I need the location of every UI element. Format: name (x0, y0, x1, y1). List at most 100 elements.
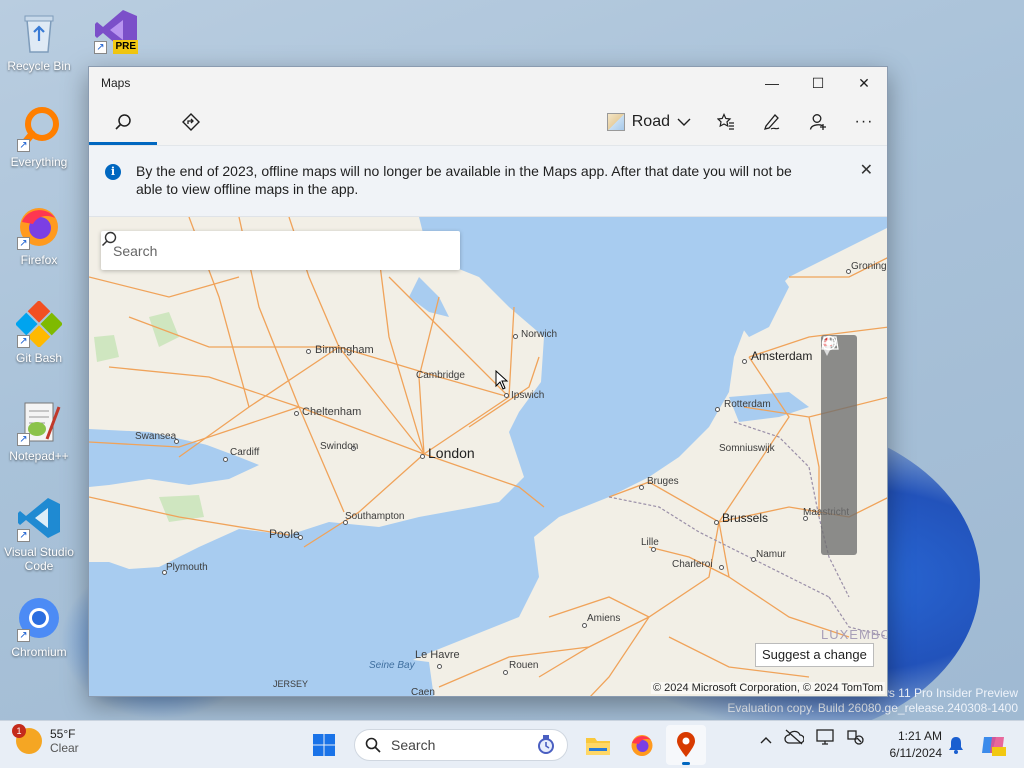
more-icon: ··· (854, 113, 874, 130)
map-canvas[interactable]: Norwich Birmingham Cambridge Ipswich Che… (89, 217, 887, 697)
search-input[interactable] (113, 242, 413, 259)
city-label: Swansea (135, 431, 177, 442)
system-tray (760, 729, 864, 748)
desktop-icon-firefox[interactable]: ↗ Firefox (1, 202, 77, 267)
taskbar-maps[interactable] (666, 725, 706, 765)
more-options-button[interactable]: ··· (841, 99, 887, 145)
map-background (89, 217, 887, 696)
desktop-icon-chromium[interactable]: ↗ Chromium (1, 594, 77, 659)
cloud-offline-icon (784, 729, 805, 745)
account-button[interactable] (795, 99, 841, 145)
directions-tab[interactable] (157, 99, 225, 145)
city-label: Amiens (587, 613, 621, 624)
taskbar-file-explorer[interactable] (578, 725, 618, 765)
shortcut-arrow-icon: ↗ (17, 529, 30, 542)
toolbar-actions: Road ··· (595, 99, 887, 145)
clock-date: 6/11/2024 (889, 746, 943, 760)
city-label: Bruges (647, 476, 679, 487)
weather-sun-icon: 1 (12, 724, 42, 754)
network-button[interactable] (846, 729, 864, 748)
city-label: Rouen (509, 660, 539, 671)
shortcut-arrow-icon: ↗ (94, 41, 107, 54)
city-marker (714, 520, 719, 525)
zoom-out-button[interactable] (821, 342, 857, 555)
infobar-close-button[interactable]: ✕ (860, 160, 873, 180)
maximize-button[interactable]: ☐ (795, 67, 841, 99)
map-copyright: © 2024 Microsoft Corporation, © 2024 Tom… (650, 682, 885, 694)
desktop-icon-label: Chromium (11, 645, 67, 659)
taskbar-search-box[interactable]: Search (354, 729, 568, 761)
desktop-icon-label: Firefox (20, 253, 58, 267)
map-search-box[interactable] (101, 231, 460, 270)
show-hidden-icons-button[interactable] (760, 731, 772, 747)
preview-badge: PRE (113, 40, 138, 54)
city-label: Cambridge (416, 370, 465, 381)
network-icon (847, 730, 864, 745)
shortcut-arrow-icon: ↗ (17, 629, 30, 642)
close-button[interactable]: ✕ (841, 67, 887, 99)
desktop-icon-everything[interactable]: ↗ Everything (1, 104, 77, 169)
desktop-icon-git-bash[interactable]: ↗ Git Bash (1, 300, 77, 365)
desktop-icon-label: Everything (10, 155, 68, 169)
city-label: Caen (411, 687, 435, 697)
file-explorer-icon (586, 738, 610, 755)
city-label: Cheltenham (302, 406, 362, 418)
onedrive-offline-button[interactable] (784, 729, 805, 748)
weather-widget[interactable]: 1 55°F Clear (12, 724, 79, 755)
desktop-icon-recycle-bin[interactable]: Recycle Bin (1, 8, 77, 73)
copilot-preview-button[interactable] (980, 733, 1006, 762)
favorites-button[interactable] (703, 99, 749, 145)
bell-icon (949, 737, 963, 754)
city-label: Swindon (320, 441, 359, 452)
desktop-icon-vscode[interactable]: ↗ Visual Studio Code (1, 494, 77, 573)
minimize-button[interactable]: — (749, 67, 795, 99)
road-style-swatch-icon (606, 113, 625, 131)
shortcut-arrow-icon: ↗ (17, 335, 30, 348)
notification-badge: 1 (12, 724, 26, 738)
taskbar-clock[interactable]: 1:21 AM 6/11/2024 (880, 728, 943, 762)
city-marker (306, 349, 311, 354)
desktop-icon-notepad-plus-plus[interactable]: ↗ Notepad++ (1, 398, 77, 463)
locate-me-button[interactable] (821, 335, 857, 467)
city-label: Charleroi (672, 559, 713, 570)
suggest-a-change-button[interactable]: Suggest a change (755, 643, 874, 667)
city-marker (719, 565, 724, 570)
city-label: Rotterdam (724, 399, 771, 410)
offline-maps-infobar: i By the end of 2023, offline maps will … (89, 145, 887, 217)
region-label: LUXEMBOURG (821, 627, 887, 642)
favorites-icon (717, 113, 734, 130)
chevron-down-icon (677, 118, 691, 126)
city-marker (639, 485, 644, 490)
display-button[interactable] (816, 729, 834, 748)
zoom-out-icon (822, 342, 836, 344)
title-bar[interactable]: Maps — ☐ ✕ (89, 67, 887, 99)
ink-button[interactable] (749, 99, 795, 145)
desktop-icon-visual-studio[interactable]: PRE ↗ (78, 6, 154, 64)
account-icon (809, 114, 826, 130)
map-layers-button[interactable] (821, 336, 857, 423)
map-style-label: Road (631, 113, 670, 130)
info-icon: i (105, 164, 121, 180)
city-marker (420, 454, 425, 459)
visual-studio-icon: PRE ↗ (92, 6, 140, 54)
search-icon[interactable] (101, 231, 117, 247)
recycle-bin-icon (15, 8, 63, 56)
city-label: Birmingham (315, 344, 374, 356)
zoom-in-button[interactable] (821, 336, 857, 511)
city-marker (294, 411, 299, 416)
weather-temp: 55°F (50, 727, 76, 741)
search-tab[interactable] (89, 99, 157, 145)
ink-icon (764, 114, 780, 130)
map-style-dropdown[interactable]: Road (595, 99, 703, 145)
desktop-icon-label: Git Bash (15, 351, 63, 365)
city-label: Poole (269, 527, 300, 541)
taskbar: 1 55°F Clear Search 1:21 AM 6/11/2024 (0, 720, 1024, 768)
city-label: Le Havre (415, 649, 460, 661)
city-label: Cardiff (230, 447, 260, 458)
start-button[interactable] (304, 725, 344, 765)
city-label: Brussels (722, 511, 769, 525)
weather-text: 55°F Clear (50, 727, 79, 755)
taskbar-firefox[interactable] (622, 725, 662, 765)
notifications-button[interactable] (948, 736, 964, 759)
notepad-plus-plus-icon: ↗ (15, 398, 63, 446)
